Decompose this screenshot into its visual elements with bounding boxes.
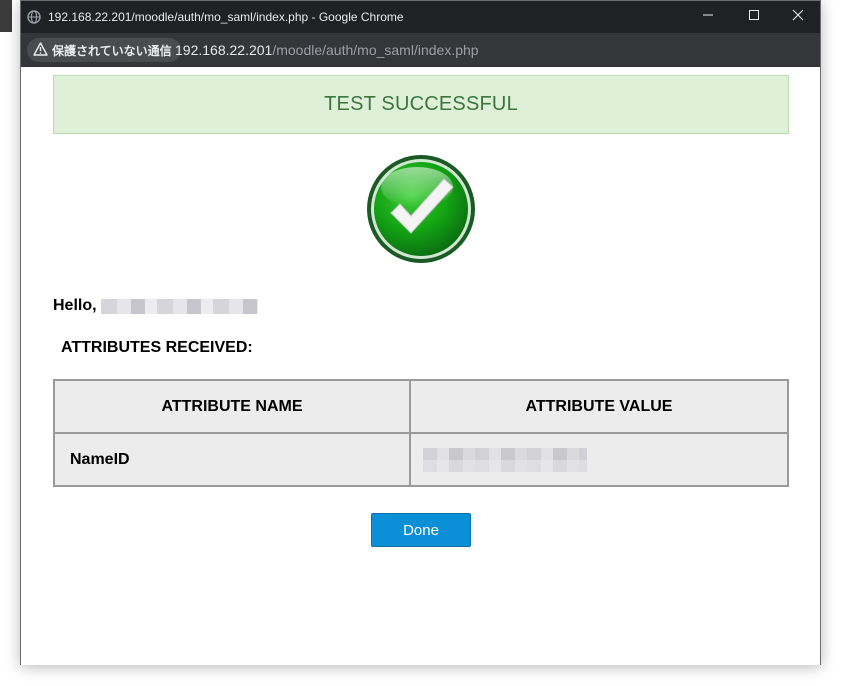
attributes-heading: ATTRIBUTES RECEIVED: [61,339,253,356]
minimize-icon [702,8,714,26]
security-label: 保護されていない通信 [52,43,172,58]
url-text[interactable]: 192.168.22.201/moodle/auth/mo_saml/index… [175,41,479,59]
page-content: TEST SUCCESSFUL Hello, ATTRIBUTES RECEIV… [21,67,820,665]
minimize-button[interactable] [685,1,731,33]
table-row: NameID [53,432,789,487]
table-header-row: ATTRIBUTE NAME ATTRIBUTE VALUE [53,379,789,434]
done-button[interactable]: Done [371,513,471,547]
greeting: Hello, [53,297,258,315]
globe-icon [27,10,41,24]
close-button[interactable] [775,1,821,33]
title-bar[interactable]: 192.168.22.201/moodle/auth/mo_saml/index… [21,1,820,33]
column-header-value: ATTRIBUTE VALUE [409,379,789,434]
attribute-value-cell [409,432,789,487]
browser-popup-window: 192.168.22.201/moodle/auth/mo_saml/index… [20,0,821,665]
url-host: 192.168.22.201 [175,42,273,58]
maximize-icon [748,8,760,26]
background-window-edge [0,0,12,32]
column-header-name: ATTRIBUTE NAME [53,379,411,434]
success-checkmark-icon [365,153,477,265]
url-path: /moodle/auth/mo_saml/index.php [272,42,479,58]
greeting-prefix: Hello, [53,297,97,314]
security-indicator[interactable]: 保護されていない通信 [27,38,181,62]
window-title: 192.168.22.201/moodle/auth/mo_saml/index… [48,10,404,24]
redacted-username [100,298,258,314]
address-bar: 保護されていない通信 192.168.22.201/moodle/auth/mo… [21,33,820,67]
attribute-name-cell: NameID [53,432,411,487]
maximize-button[interactable] [731,1,777,33]
close-icon [792,8,804,26]
banner-text: TEST SUCCESSFUL [324,93,518,115]
success-banner: TEST SUCCESSFUL [53,75,789,134]
attributes-table: ATTRIBUTE NAME ATTRIBUTE VALUE NameID [53,379,789,487]
warning-triangle-icon [33,41,48,59]
redacted-nameid-value [423,447,587,472]
